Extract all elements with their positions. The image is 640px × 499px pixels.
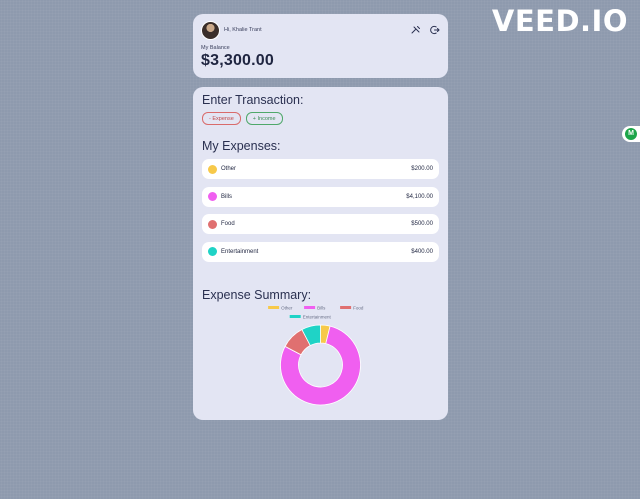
donut-chart: Other Bills Food Entertainment	[268, 305, 364, 405]
category-color-dot	[208, 219, 217, 229]
legend-swatch[interactable]	[304, 305, 316, 309]
legend-swatch[interactable]	[340, 305, 352, 309]
expense-name: Other	[221, 166, 237, 172]
expense-amount: $500.00	[411, 221, 433, 227]
expense-name: Food	[221, 221, 235, 227]
expense-item-food[interactable]: Food $500.00	[202, 214, 439, 234]
transaction-title: Enter Transaction:	[202, 93, 304, 107]
category-color-dot	[208, 164, 217, 174]
expense-amount: $200.00	[411, 166, 433, 172]
expense-list: Other $200.00 Bills $4,100.00 Food $500.…	[202, 159, 439, 262]
category-color-dot	[208, 247, 217, 256]
category-color-dot	[208, 192, 217, 201]
legend-swatch[interactable]	[268, 305, 280, 309]
summary-title: Expense Summary:	[202, 287, 312, 302]
legend-label: Entertainment	[303, 314, 332, 319]
expense-item-entertainment[interactable]: Entertainment $400.00	[202, 241, 439, 262]
greeting-text: Hi, Khalie Trant	[224, 27, 262, 33]
balance-value: $3,300.00	[201, 52, 274, 69]
header-icons	[411, 25, 440, 35]
balance-label: My Balance	[201, 45, 230, 51]
expense-summary-chart: Other Bills Food Entertainment	[202, 302, 439, 407]
legend-label: Other	[281, 305, 293, 310]
main-card: Enter Transaction: - Expense + Income My…	[193, 87, 448, 420]
expense-item-other[interactable]: Other $200.00	[202, 159, 439, 179]
legend-label: Bills	[317, 305, 326, 310]
settings-icon[interactable]	[411, 25, 421, 35]
logout-icon[interactable]	[430, 25, 440, 35]
transaction-buttons: - Expense + Income	[202, 112, 439, 125]
expense-name: Bills	[221, 193, 233, 200]
expense-amount: $4,100.00	[406, 193, 433, 200]
veed-watermark: VEED.IO	[491, 4, 628, 38]
expenses-title: My Expenses:	[202, 139, 281, 153]
legend-label: Food	[353, 305, 364, 310]
header-row: Hi, Khalie Trant	[201, 20, 440, 40]
expense-item-bills[interactable]: Bills $4,100.00	[202, 186, 439, 207]
add-income-button[interactable]: + Income	[245, 112, 283, 125]
expense-amount: $400.00	[411, 248, 433, 255]
balance-card: Hi, Khalie Trant My Balance $3,300.00	[193, 14, 448, 78]
legend-swatch[interactable]	[289, 314, 301, 318]
add-expense-button[interactable]: - Expense	[202, 112, 241, 125]
extension-icon: M	[625, 128, 637, 140]
avatar[interactable]	[201, 20, 220, 40]
extension-badge[interactable]: M	[622, 126, 640, 142]
expense-name: Entertainment	[221, 248, 259, 255]
